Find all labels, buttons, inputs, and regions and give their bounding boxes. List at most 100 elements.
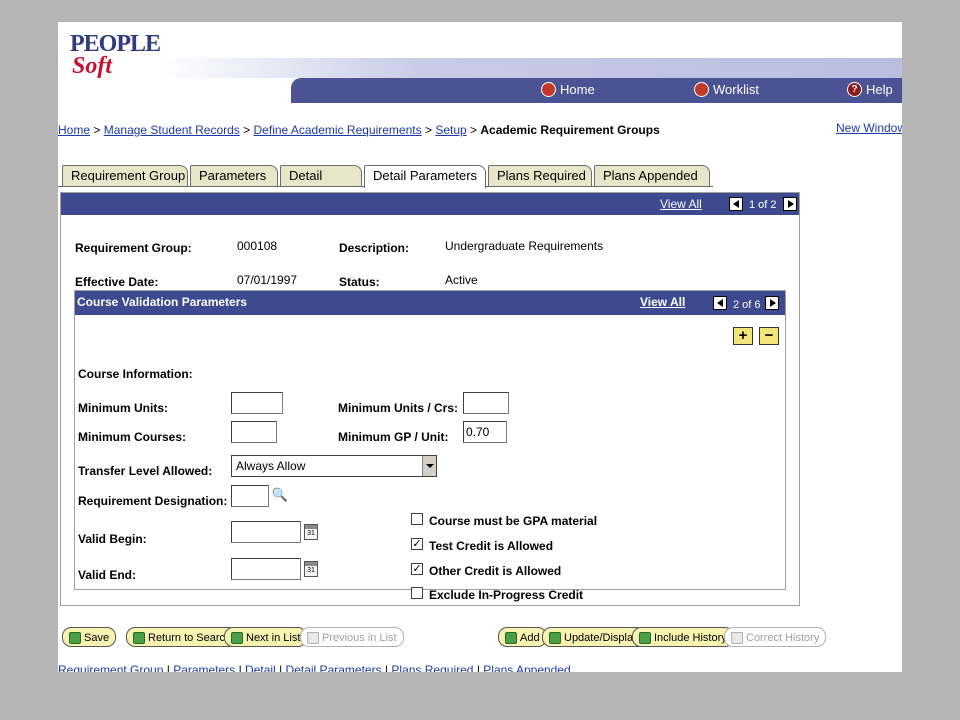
home-icon [541,82,556,97]
logo-bottom-text: Soft [72,53,113,79]
inner-next-arrow-icon[interactable] [765,296,779,310]
outer-prev-arrow-icon[interactable] [729,197,743,211]
course-information-label: Course Information: [78,367,193,381]
worklist-link[interactable]: Worklist [694,82,759,97]
new-window-link[interactable]: New Window [836,121,902,135]
inner-view-all-link[interactable]: View All [640,295,685,309]
status-label: Status: [339,275,380,289]
help-link-label: Help [866,82,893,97]
correct-history-button[interactable]: Correct History [724,627,827,647]
remove-row-button[interactable]: − [759,327,779,345]
gpa-material-checkbox[interactable] [411,513,423,525]
add-button[interactable]: Add [498,627,547,647]
transfer-level-selected-value: Always Allow [236,459,306,473]
worklist-link-label: Worklist [713,82,759,97]
footer-separator: | [279,663,283,672]
minimum-units-label: Minimum Units: [78,401,168,415]
footer-link-requirement-group[interactable]: Requirement Group [58,663,163,672]
tab-detail-parameters[interactable]: Detail Parameters [364,165,486,188]
outer-pager: 1 of 2 [749,199,777,211]
header-nav-bar: Home Worklist ? Help [291,78,902,103]
search-icon [133,632,145,644]
footer-page-links: Requirement Group | Parameters | Detail … [58,663,571,672]
footer-separator: | [476,663,480,672]
valid-end-input[interactable] [231,558,301,580]
footer-link-plans-appended[interactable]: Plans Appended [483,663,570,672]
footer-link-plans-required[interactable]: Plans Required [391,663,473,672]
footer-link-detail-parameters[interactable]: Detail Parameters [286,663,382,672]
valid-begin-calendar-icon[interactable]: 31 [304,524,318,540]
minimum-courses-label: Minimum Courses: [78,430,187,444]
valid-end-label: Valid End: [78,568,137,582]
footer-separator: | [238,663,242,672]
breadcrumb-current: Academic Requirement Groups [480,123,660,137]
tab-plans-required[interactable]: Plans Required [488,165,592,187]
outer-header-bar: View All 1 of 2 [61,193,799,215]
inner-prev-arrow-icon[interactable] [713,296,727,310]
add-row-button[interactable]: + [733,327,753,345]
tab-plans-appended[interactable]: Plans Appended [594,165,710,187]
requirement-designation-label: Requirement Designation: [78,494,228,508]
footer-separator: | [384,663,389,672]
valid-end-calendar-icon[interactable]: 31 [304,561,318,577]
footer-link-parameters[interactable]: Parameters [173,663,235,672]
exclude-in-progress-label: Exclude In-Progress Credit [429,588,584,602]
help-icon: ? [847,82,862,97]
status-value: Active [445,273,478,287]
minimum-gp-unit-input[interactable] [463,421,507,443]
requirement-group-label: Requirement Group: [75,241,192,255]
worklist-icon [694,82,709,97]
next-in-list-button[interactable]: Next in List [224,627,308,647]
effective-date-value: 07/01/1997 [237,273,298,287]
chevron-down-icon[interactable] [422,456,436,476]
breadcrumb-sep: > [424,123,432,137]
breadcrumb-home[interactable]: Home [58,123,90,137]
home-link[interactable]: Home [541,82,595,97]
minimum-units-crs-label: Minimum Units / Crs: [338,401,459,415]
next-in-list-label: Next in List [246,632,301,644]
previous-in-list-button[interactable]: Previous in List [300,627,404,647]
minimum-units-crs-input[interactable] [463,392,509,414]
tab-parameters[interactable]: Parameters [190,165,278,187]
breadcrumb-setup[interactable]: Setup [435,123,466,137]
test-credit-label: Test Credit is Allowed [429,539,554,553]
breadcrumb-manage-student-records[interactable]: Manage Student Records [104,123,240,137]
add-button-label: Add [520,632,540,644]
footer-link-detail[interactable]: Detail [245,663,276,672]
header-gradient [158,58,902,78]
save-button-label: Save [84,632,110,644]
breadcrumb-sep: > [243,123,251,137]
course-validation-title: Course Validation Parameters [77,295,248,309]
outer-view-all-link[interactable]: View All [660,197,702,211]
lookup-search-icon[interactable]: 🔍 [271,487,289,505]
add-icon [505,632,517,644]
include-history-label: Include History [654,632,727,644]
tab-requirement-group[interactable]: Requirement Group [62,165,188,187]
update-display-icon [549,632,561,644]
help-link[interactable]: ? Help [847,82,893,97]
description-value: Undergraduate Requirements [445,239,604,253]
correct-history-icon [731,632,743,644]
other-credit-checkbox[interactable]: ✓ [411,563,423,575]
other-credit-label: Other Credit is Allowed [429,564,562,578]
outer-next-arrow-icon[interactable] [783,197,797,211]
exclude-in-progress-checkbox[interactable] [411,587,423,599]
tab-bar: Requirement Group Parameters Detail Deta… [62,165,712,188]
valid-begin-input[interactable] [231,521,301,543]
minimum-courses-input[interactable] [231,421,277,443]
transfer-level-allowed-label: Transfer Level Allowed: [78,464,213,478]
inner-pager: 2 of 6 [733,299,761,311]
save-button[interactable]: Save [62,627,117,647]
breadcrumb-define-academic-requirements[interactable]: Define Academic Requirements [254,123,422,137]
previous-in-list-label: Previous in List [322,632,397,644]
tab-detail[interactable]: Detail [280,165,362,187]
return-to-search-button[interactable]: Return to Search [126,627,239,647]
return-to-search-label: Return to Search [148,632,232,644]
requirement-designation-input[interactable] [231,485,269,507]
minimum-units-input[interactable] [231,392,283,414]
update-display-button[interactable]: Update/Display [542,627,646,647]
test-credit-checkbox[interactable]: ✓ [411,538,423,550]
include-history-button[interactable]: Include History [632,627,734,647]
update-display-label: Update/Display [564,632,639,644]
transfer-level-select[interactable]: Always Allow [231,455,437,477]
